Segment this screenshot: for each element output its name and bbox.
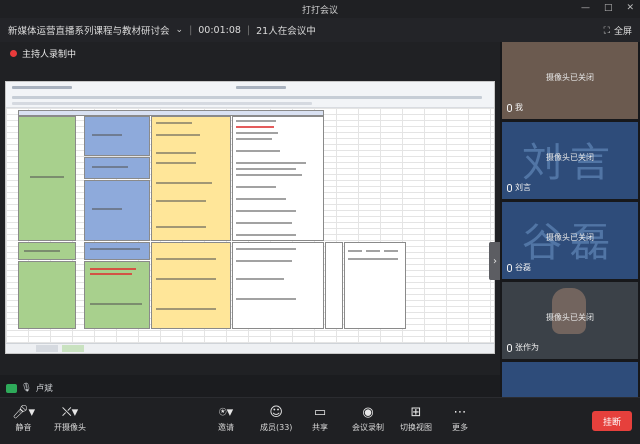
mic-icon — [507, 263, 512, 272]
camera-button[interactable]: ⛌▾ 开摄像头 — [54, 404, 86, 433]
members-label: 成员(33) — [260, 423, 293, 432]
mic-icon: 🎙 — [21, 383, 32, 393]
shared-screen-area: 主持人录制中 › 🎙 卢斌 — [0, 42, 501, 394]
face-placeholder — [552, 288, 586, 334]
participant-gallery[interactable]: 摄像头已关闭 我 刘言 摄像头已关闭 刘言 谷磊 摄像头已关闭 谷磊 摄像头已关… — [500, 42, 640, 397]
sheet-tabs[interactable] — [6, 343, 494, 353]
fullscreen-button[interactable]: ⛶ 全屏 — [603, 24, 632, 38]
mic-icon — [507, 343, 512, 352]
switch-view-label: 切换视图 — [400, 423, 432, 432]
active-speaker: 🎙 卢斌 — [6, 382, 53, 394]
camera-off-label: 摄像头已关闭 — [546, 233, 594, 242]
mute-button[interactable]: 🎤︎▾ 静音 — [12, 404, 35, 433]
more-label: 更多 — [452, 423, 468, 432]
members-button[interactable]: ☺ 成员(33) — [260, 404, 292, 433]
participant-name-bar: 张作为 — [507, 342, 539, 353]
window-controls: — □ ✕ — [581, 3, 634, 13]
divider: | — [189, 24, 193, 36]
close-button[interactable]: ✕ — [626, 3, 634, 13]
participant-tile-me[interactable]: 摄像头已关闭 我 — [502, 42, 638, 119]
chevron-right-icon: › — [493, 255, 497, 267]
mic-icon — [507, 103, 512, 112]
camera-off-label: 摄像头已关闭 — [546, 313, 594, 322]
participant-tile-liuyan[interactable]: 刘言 摄像头已关闭 刘言 — [502, 122, 638, 199]
members-icon: ☺ — [269, 405, 283, 420]
grid-view-icon: ⊞ — [410, 405, 422, 420]
divider: | — [246, 24, 251, 36]
share-button[interactable]: ▭ 共享 — [312, 404, 328, 433]
more-icon: ⋯ — [453, 405, 467, 420]
shared-spreadsheet — [5, 81, 495, 354]
add-user-icon: ⍟▾ — [218, 405, 234, 420]
recording-label: 主持人录制中 — [22, 50, 77, 60]
participant-tile-extra[interactable] — [502, 362, 638, 397]
minimize-button[interactable]: — — [581, 3, 590, 13]
participant-name: 谷磊 — [515, 263, 531, 272]
window-title: 打打会议 — [301, 5, 338, 16]
speaker-name: 卢斌 — [35, 384, 53, 394]
attendee-count[interactable]: 21人在会议中 — [256, 23, 316, 37]
invite-button[interactable]: ⍟▾ 邀请 — [218, 404, 234, 433]
speaker-indicator-icon — [6, 383, 17, 393]
title-bar: 打打会议 — □ ✕ — [0, 0, 640, 18]
camera-off-icon: ⛌▾ — [61, 405, 79, 420]
mic-icon: 🎤︎▾ — [12, 405, 36, 420]
chevron-down-icon[interactable]: ⌄ — [176, 25, 184, 35]
share-label: 共享 — [312, 423, 328, 432]
participant-tile-zhangzuowei[interactable]: 摄像头已关闭 张作为 — [502, 282, 638, 359]
record-label: 会议录制 — [352, 423, 384, 432]
record-dot-icon — [10, 50, 17, 57]
camera-off-label: 摄像头已关闭 — [546, 153, 594, 162]
more-button[interactable]: ⋯ 更多 — [452, 404, 468, 433]
record-button[interactable]: ◉ 会议录制 — [352, 404, 384, 433]
camera-label: 开摄像头 — [54, 423, 86, 432]
mute-label: 静音 — [15, 423, 32, 432]
mic-icon — [507, 183, 512, 192]
invite-label: 邀请 — [218, 423, 234, 432]
meeting-topic[interactable]: 新媒体运营直播系列课程与教材研讨会 — [8, 23, 170, 37]
record-icon: ◉ — [362, 405, 374, 420]
meeting-timer: 00:01:08 — [198, 24, 241, 36]
participant-tile-gulei[interactable]: 谷磊 摄像头已关闭 谷磊 — [502, 202, 638, 279]
participant-name: 张作为 — [515, 343, 539, 352]
meeting-toolbar: 🎤︎▾ 静音 ⛌▾ 开摄像头 ⍟▾ 邀请 ☺ 成员(33) ▭ 共享 ◉ 会议录… — [0, 397, 640, 444]
spreadsheet-ribbon — [6, 82, 494, 108]
spreadsheet-grid — [6, 108, 494, 343]
share-screen-icon: ▭ — [313, 405, 327, 420]
participant-name-bar: 谷磊 — [507, 262, 531, 273]
meeting-info-bar: 新媒体运营直播系列课程与教材研讨会 ⌄ | 00:01:08 | 21人在会议中… — [0, 18, 640, 42]
participant-name: 刘言 — [515, 183, 531, 192]
participant-name-bar: 我 — [507, 102, 523, 113]
recording-indicator: 主持人录制中 — [10, 47, 76, 60]
maximize-button[interactable]: □ — [604, 3, 613, 13]
switch-view-button[interactable]: ⊞ 切换视图 — [400, 404, 432, 433]
participant-name: 我 — [515, 103, 523, 112]
leave-meeting-button[interactable]: 挂断 — [592, 411, 632, 431]
fullscreen-icon: ⛶ — [603, 25, 610, 36]
participant-name-bar: 刘言 — [507, 182, 531, 193]
fullscreen-label: 全屏 — [613, 27, 632, 37]
camera-off-label: 摄像头已关闭 — [546, 73, 594, 82]
